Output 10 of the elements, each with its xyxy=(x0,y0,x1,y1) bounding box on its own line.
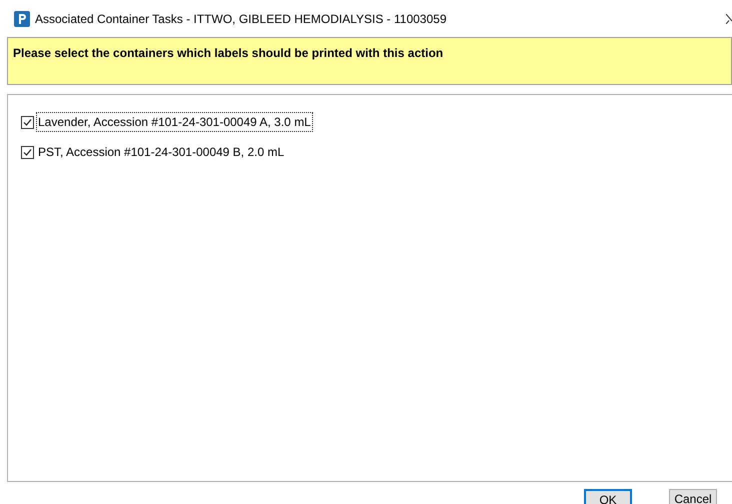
container-label[interactable]: Lavender, Accession #101-24-301-00049 A, 3.0 mL xyxy=(36,112,313,132)
cancel-button[interactable]: Cancel xyxy=(669,489,717,504)
close-icon[interactable] xyxy=(726,14,732,24)
window-title: Associated Container Tasks - ITTWO, GIBLEED HEMODIALYSIS - 11003059 xyxy=(35,10,446,28)
instruction-text: Please select the containers which labels should be printed with this action xyxy=(13,46,444,60)
container-label[interactable]: PST, Accession #101-24-301-00049 B, 2.0 mL xyxy=(36,142,286,162)
app-logo-icon xyxy=(14,10,30,26)
checkbox[interactable] xyxy=(21,146,34,158)
ok-button[interactable]: OK xyxy=(584,489,632,504)
checkbox[interactable] xyxy=(21,116,34,128)
